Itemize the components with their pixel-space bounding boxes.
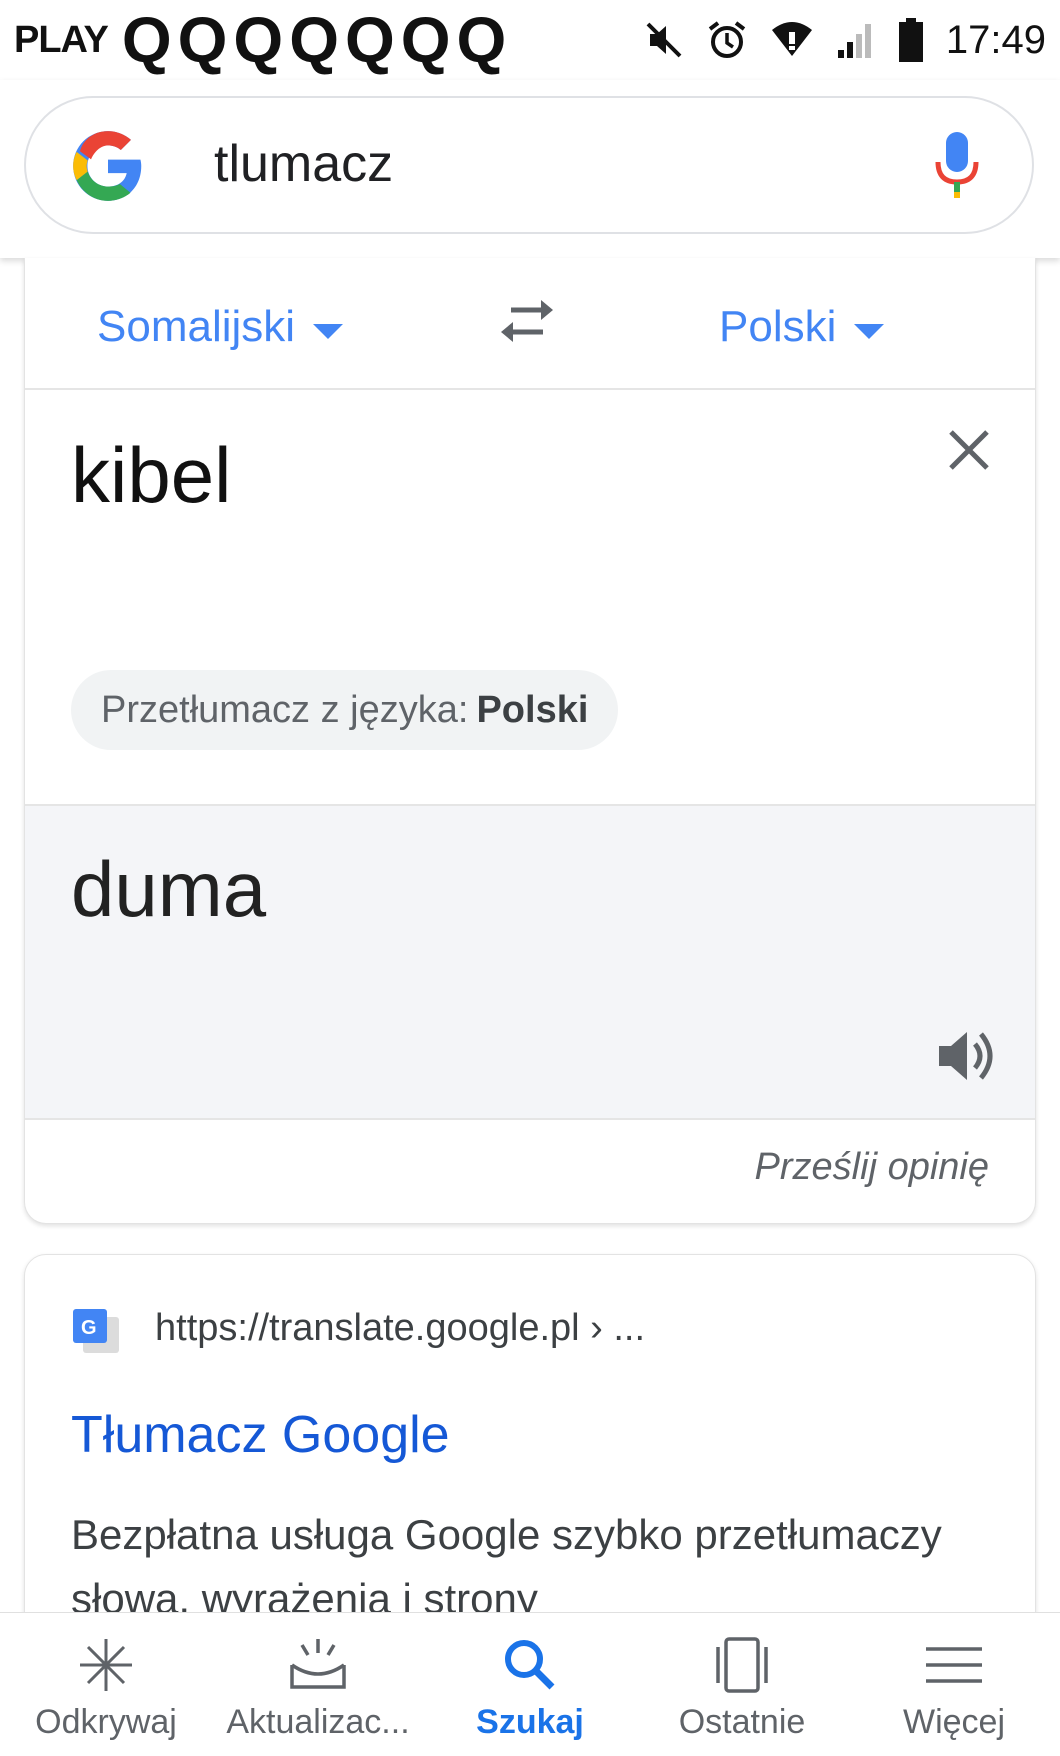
source-language-select[interactable]: Somalijski [97,302,344,352]
source-text-area[interactable]: kibel Przetłumacz z języka: Polski [25,390,1035,806]
source-text[interactable]: kibel [71,430,231,521]
notification-q-icon: Q [121,4,172,76]
mute-icon [646,22,682,58]
nav-label: Odkrywaj [35,1703,177,1741]
nav-item-updates[interactable]: Aktualizac... [212,1613,424,1756]
target-language-label: Polski [719,302,837,351]
menu-icon [926,1647,982,1683]
nav-item-discover[interactable]: Odkrywaj [0,1613,212,1756]
status-icons: 17:49 [644,18,1046,63]
translate-from-suggestion-chip[interactable]: Przetłumacz z języka: Polski [71,670,619,750]
svg-text:G: G [81,1317,97,1339]
recent-icon [716,1637,768,1693]
alarm-icon [708,21,746,58]
clock: 17:49 [945,17,1046,62]
notification-q-icon: Q [289,4,339,76]
chevron-down-icon [313,323,344,339]
result-url[interactable]: https://translate.google.pl › ... [155,1307,645,1350]
nav-item-more[interactable]: Więcej [848,1613,1060,1756]
nav-item-recent[interactable]: Ostatnie [636,1613,848,1756]
swap-languages-icon[interactable] [497,296,557,346]
target-language-select[interactable]: Polski [719,302,885,352]
nav-label: Szukaj [476,1703,584,1741]
speaker-icon[interactable] [937,1028,997,1084]
wifi-icon [771,22,812,56]
send-feedback-link[interactable]: Prześlij opinię [755,1146,989,1189]
search-box[interactable]: tlumacz [24,96,1034,234]
notification-q-icon: Q [344,4,395,76]
feedback-row: Prześlij opinię [25,1120,1035,1222]
notification-icons: Q Q Q Q Q Q Q [121,4,507,76]
translated-text: duma [71,845,267,933]
nav-label: Więcej [902,1703,1006,1741]
notification-q-icon: Q [456,4,507,76]
google-logo-icon [73,131,142,201]
google-translate-favicon-icon: G [73,1309,119,1353]
suggestion-language: Polski [476,688,589,731]
source-language-label: Somalijski [97,302,296,351]
search-input[interactable]: tlumacz [214,134,393,194]
page: PLAY Q Q Q Q Q Q Q 17:49 tlumacz Somalij… [0,0,1060,1756]
translation-output-area: duma [25,806,1035,1120]
signal-icon [837,24,871,58]
close-icon[interactable] [945,426,993,474]
result-title-link[interactable]: Tłumacz Google [71,1405,450,1465]
bottom-navigation: Odkrywaj Aktualizac... Szukaj Ostatnie W… [0,1612,1060,1756]
status-bar: PLAY Q Q Q Q Q Q Q 17:49 [0,0,1060,80]
language-selector-row: Somalijski Polski [25,258,1035,390]
nav-item-search[interactable]: Szukaj [424,1613,636,1756]
carrier-name: PLAY [14,18,109,61]
nav-label: Ostatnie [678,1703,806,1741]
chevron-down-icon [854,323,885,339]
notification-q-icon: Q [233,4,283,76]
battery-icon [898,18,923,62]
notification-q-icon: Q [177,4,228,76]
updates-icon [290,1639,346,1689]
discover-icon [80,1639,132,1691]
suggestion-prefix: Przetłumacz z języka: [101,688,469,731]
microphone-icon[interactable] [934,132,980,198]
translate-card: Somalijski Polski kibel Przetłumacz z ję… [24,258,1036,1224]
search-icon [505,1640,555,1690]
notification-q-icon: Q [400,4,451,76]
search-header: tlumacz [0,80,1060,258]
nav-label: Aktualizac... [226,1703,410,1741]
